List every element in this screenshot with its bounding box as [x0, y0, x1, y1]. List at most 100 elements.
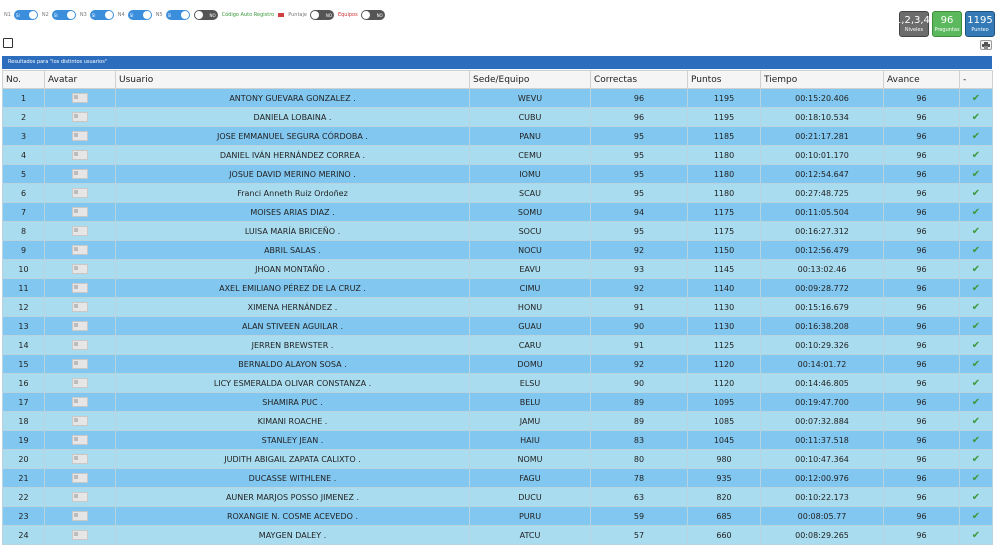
table-row[interactable]: 20 JUDITH ABIGAIL ZAPATA CALIXTO . NOMU 80 9… — [2, 449, 993, 469]
avatar-image — [72, 530, 88, 540]
table-row[interactable]: 13 ALAN STIVEEN AGUILAR . GUAU 90 1130 00:16:… — [2, 316, 993, 336]
puntos-cell: 1085 — [687, 411, 761, 431]
select-checkbox[interactable] — [3, 38, 13, 48]
avatar-cell — [44, 506, 116, 526]
table-row[interactable]: 24 MAYGEN DALEY . ATCU 57 660 00:08:29.265 96 ✔ — [2, 525, 993, 545]
avatar-image — [72, 492, 88, 502]
puntos-cell: 1185 — [687, 126, 761, 146]
table-row[interactable]: 15 BERNALDO ALAYON SOSA . DOMU 92 1120 00:14:… — [2, 354, 993, 374]
table-row[interactable]: 22 AUNER MARJOS POSSO JIMENEZ . DUCU 63 820 0… — [2, 487, 993, 507]
tiempo-cell: 00:07:32.884 — [760, 411, 884, 431]
column-header[interactable]: Sede/Equipo — [469, 70, 591, 89]
printer-icon — [982, 41, 990, 49]
equipos-toggle[interactable]: NO — [360, 10, 385, 20]
puntos-cell: 1195 — [687, 107, 761, 127]
column-header[interactable]: Avatar — [44, 70, 116, 89]
checkmark-icon: ✔ — [971, 301, 981, 313]
toggle-group-4: N5 SI — [156, 10, 190, 20]
toggle-group-0: N1 SI — [4, 10, 38, 20]
puntos-cell: 1180 — [687, 145, 761, 165]
toggle-knob — [180, 11, 189, 19]
column-header[interactable]: Correctas — [590, 70, 688, 89]
table-row[interactable]: 3 JOSE EMMANUEL SEGURA CÓRDOBA . PANU 95 118… — [2, 126, 993, 146]
table-row[interactable]: 8 LUISA MARÍA BRICEÑO . SOCU 95 1175 00:16:27… — [2, 221, 993, 241]
checkmark-icon: ✔ — [971, 149, 981, 161]
avance-cell: 96 — [883, 468, 960, 488]
toggle-switch[interactable]: SI — [51, 10, 76, 20]
toggle-switch[interactable]: SI — [89, 10, 114, 20]
column-header[interactable]: No. — [2, 70, 45, 89]
checkmark-icon: ✔ — [971, 206, 981, 218]
sede-cell: EAVU — [469, 259, 591, 279]
usuario-cell: JOSE EMMANUEL SEGURA CÓRDOBA . — [115, 126, 470, 146]
table-row[interactable]: 16 LICY ESMERALDA OLIVAR CONSTANZA . ELSU 9… — [2, 373, 993, 393]
avance-cell: 96 — [883, 221, 960, 241]
table-row[interactable]: 19 STANLEY JEAN . HAIU 83 1045 00:11:37.518 96… — [2, 430, 993, 450]
table-row[interactable]: 6 Franci Anneth Ruiz Ordoñez SCAU 95 1180 00:… — [2, 183, 993, 203]
puntos-cell: 1095 — [687, 392, 761, 412]
toggle-switch[interactable]: NO — [193, 10, 218, 20]
status-cell: ✔ — [959, 468, 993, 488]
toggle-label: N2 — [41, 12, 49, 18]
table-row[interactable]: 17 SHAMIRA PUC . BELU 89 1095 00:19:47.700 96 ✔ — [2, 392, 993, 412]
correctas-cell: 96 — [590, 107, 688, 127]
avatar-image — [72, 245, 88, 255]
avance-cell: 96 — [883, 392, 960, 412]
tiempo-cell: 00:27:48.725 — [760, 183, 884, 203]
column-header[interactable]: Usuario — [115, 70, 470, 89]
table-row[interactable]: 10 JHOAN MONTAÑO . EAVU 93 1145 00:13:02.46 96… — [2, 259, 993, 279]
avance-cell: 96 — [883, 506, 960, 526]
checkmark-icon: ✔ — [971, 187, 981, 199]
correctas-cell: 91 — [590, 335, 688, 355]
table-row[interactable]: 14 JERREN BREWSTER . CARU 91 1125 00:10:29.32… — [2, 335, 993, 355]
toggle-switch[interactable]: SI — [165, 10, 190, 20]
avatar-cell — [44, 183, 116, 203]
checkmark-icon: ✔ — [971, 339, 981, 351]
table-row[interactable]: 5 JOSUE DAVID MERINO MERINO . IOMU 95 1180 00… — [2, 164, 993, 184]
table-row[interactable]: 11 AXEL EMILIANO PÉREZ DE LA CRUZ . CIMU 92… — [2, 278, 993, 298]
column-header[interactable]: Avance — [883, 70, 960, 89]
puntos-cell: 1150 — [687, 240, 761, 260]
table-row[interactable]: 9 ABRIL SALAS . NOCU 92 1150 00:12:56.479 96 ✔ — [2, 240, 993, 260]
sede-cell: SCAU — [469, 183, 591, 203]
status-cell: ✔ — [959, 316, 993, 336]
sede-cell: DUCU — [469, 487, 591, 507]
avatar-cell — [44, 145, 116, 165]
table-row[interactable]: 12 XIMENA HERNÁNDEZ . HONU 91 1130 00:15:16.6… — [2, 297, 993, 317]
stats-badges: 1,2,3,4, Niveles 96 Preguntas 1195 Punte… — [895, 11, 995, 37]
table-row[interactable]: 7 MOISES ARIAS DIAZ . SOMU 94 1175 00:11:05.5… — [2, 202, 993, 222]
usuario-cell: MOISES ARIAS DIAZ . — [115, 202, 470, 222]
status-cell: ✔ — [959, 525, 993, 545]
toggle-state: SI — [167, 12, 172, 18]
checkmark-icon: ✔ — [971, 415, 981, 427]
column-header[interactable]: Puntos — [687, 70, 761, 89]
toggle-group-3: N4 SI — [118, 10, 152, 20]
correctas-cell: 91 — [590, 297, 688, 317]
avatar-image — [72, 93, 88, 103]
toggle-knob — [142, 11, 151, 19]
column-header[interactable]: Tiempo — [760, 70, 884, 89]
puntaje-toggle[interactable]: NO — [309, 10, 334, 20]
checkmark-icon: ✔ — [971, 529, 981, 541]
print-button[interactable] — [980, 40, 992, 50]
table-row[interactable]: 18 KIMANI ROACHE . JAMU 89 1085 00:07:32.884 9… — [2, 411, 993, 431]
table-row[interactable]: 23 ROXANGIE N. COSME ACEVEDO . PURU 59 685 00… — [2, 506, 993, 526]
table-row[interactable]: 4 DANIEL IVÁN HERNÁNDEZ CORREA . CEMU 95 118… — [2, 145, 993, 165]
table-row[interactable]: 1 ANTONY GUEVARA GONZALEZ . WEVU 96 1195 00:1… — [2, 88, 993, 108]
avance-cell: 96 — [883, 183, 960, 203]
toggle-switch[interactable]: SI — [127, 10, 152, 20]
status-cell: ✔ — [959, 202, 993, 222]
avatar-image — [72, 416, 88, 426]
toggle-switch[interactable]: SI — [13, 10, 38, 20]
avance-cell: 96 — [883, 525, 960, 545]
column-header[interactable]: - — [959, 70, 993, 89]
usuario-cell: ANTONY GUEVARA GONZALEZ . — [115, 88, 470, 108]
avatar-image — [72, 112, 88, 122]
tiempo-cell: 00:18:10.534 — [760, 107, 884, 127]
sede-cell: FAGU — [469, 468, 591, 488]
table-row[interactable]: 21 DUCASSE WITHLENE . FAGU 78 935 00:12:00.97… — [2, 468, 993, 488]
tiempo-cell: 00:13:02.46 — [760, 259, 884, 279]
table-row[interactable]: 2 DANIELA LOBAINA . CUBU 96 1195 00:18:10.534… — [2, 107, 993, 127]
correctas-cell: 78 — [590, 468, 688, 488]
usuario-cell: KIMANI ROACHE . — [115, 411, 470, 431]
